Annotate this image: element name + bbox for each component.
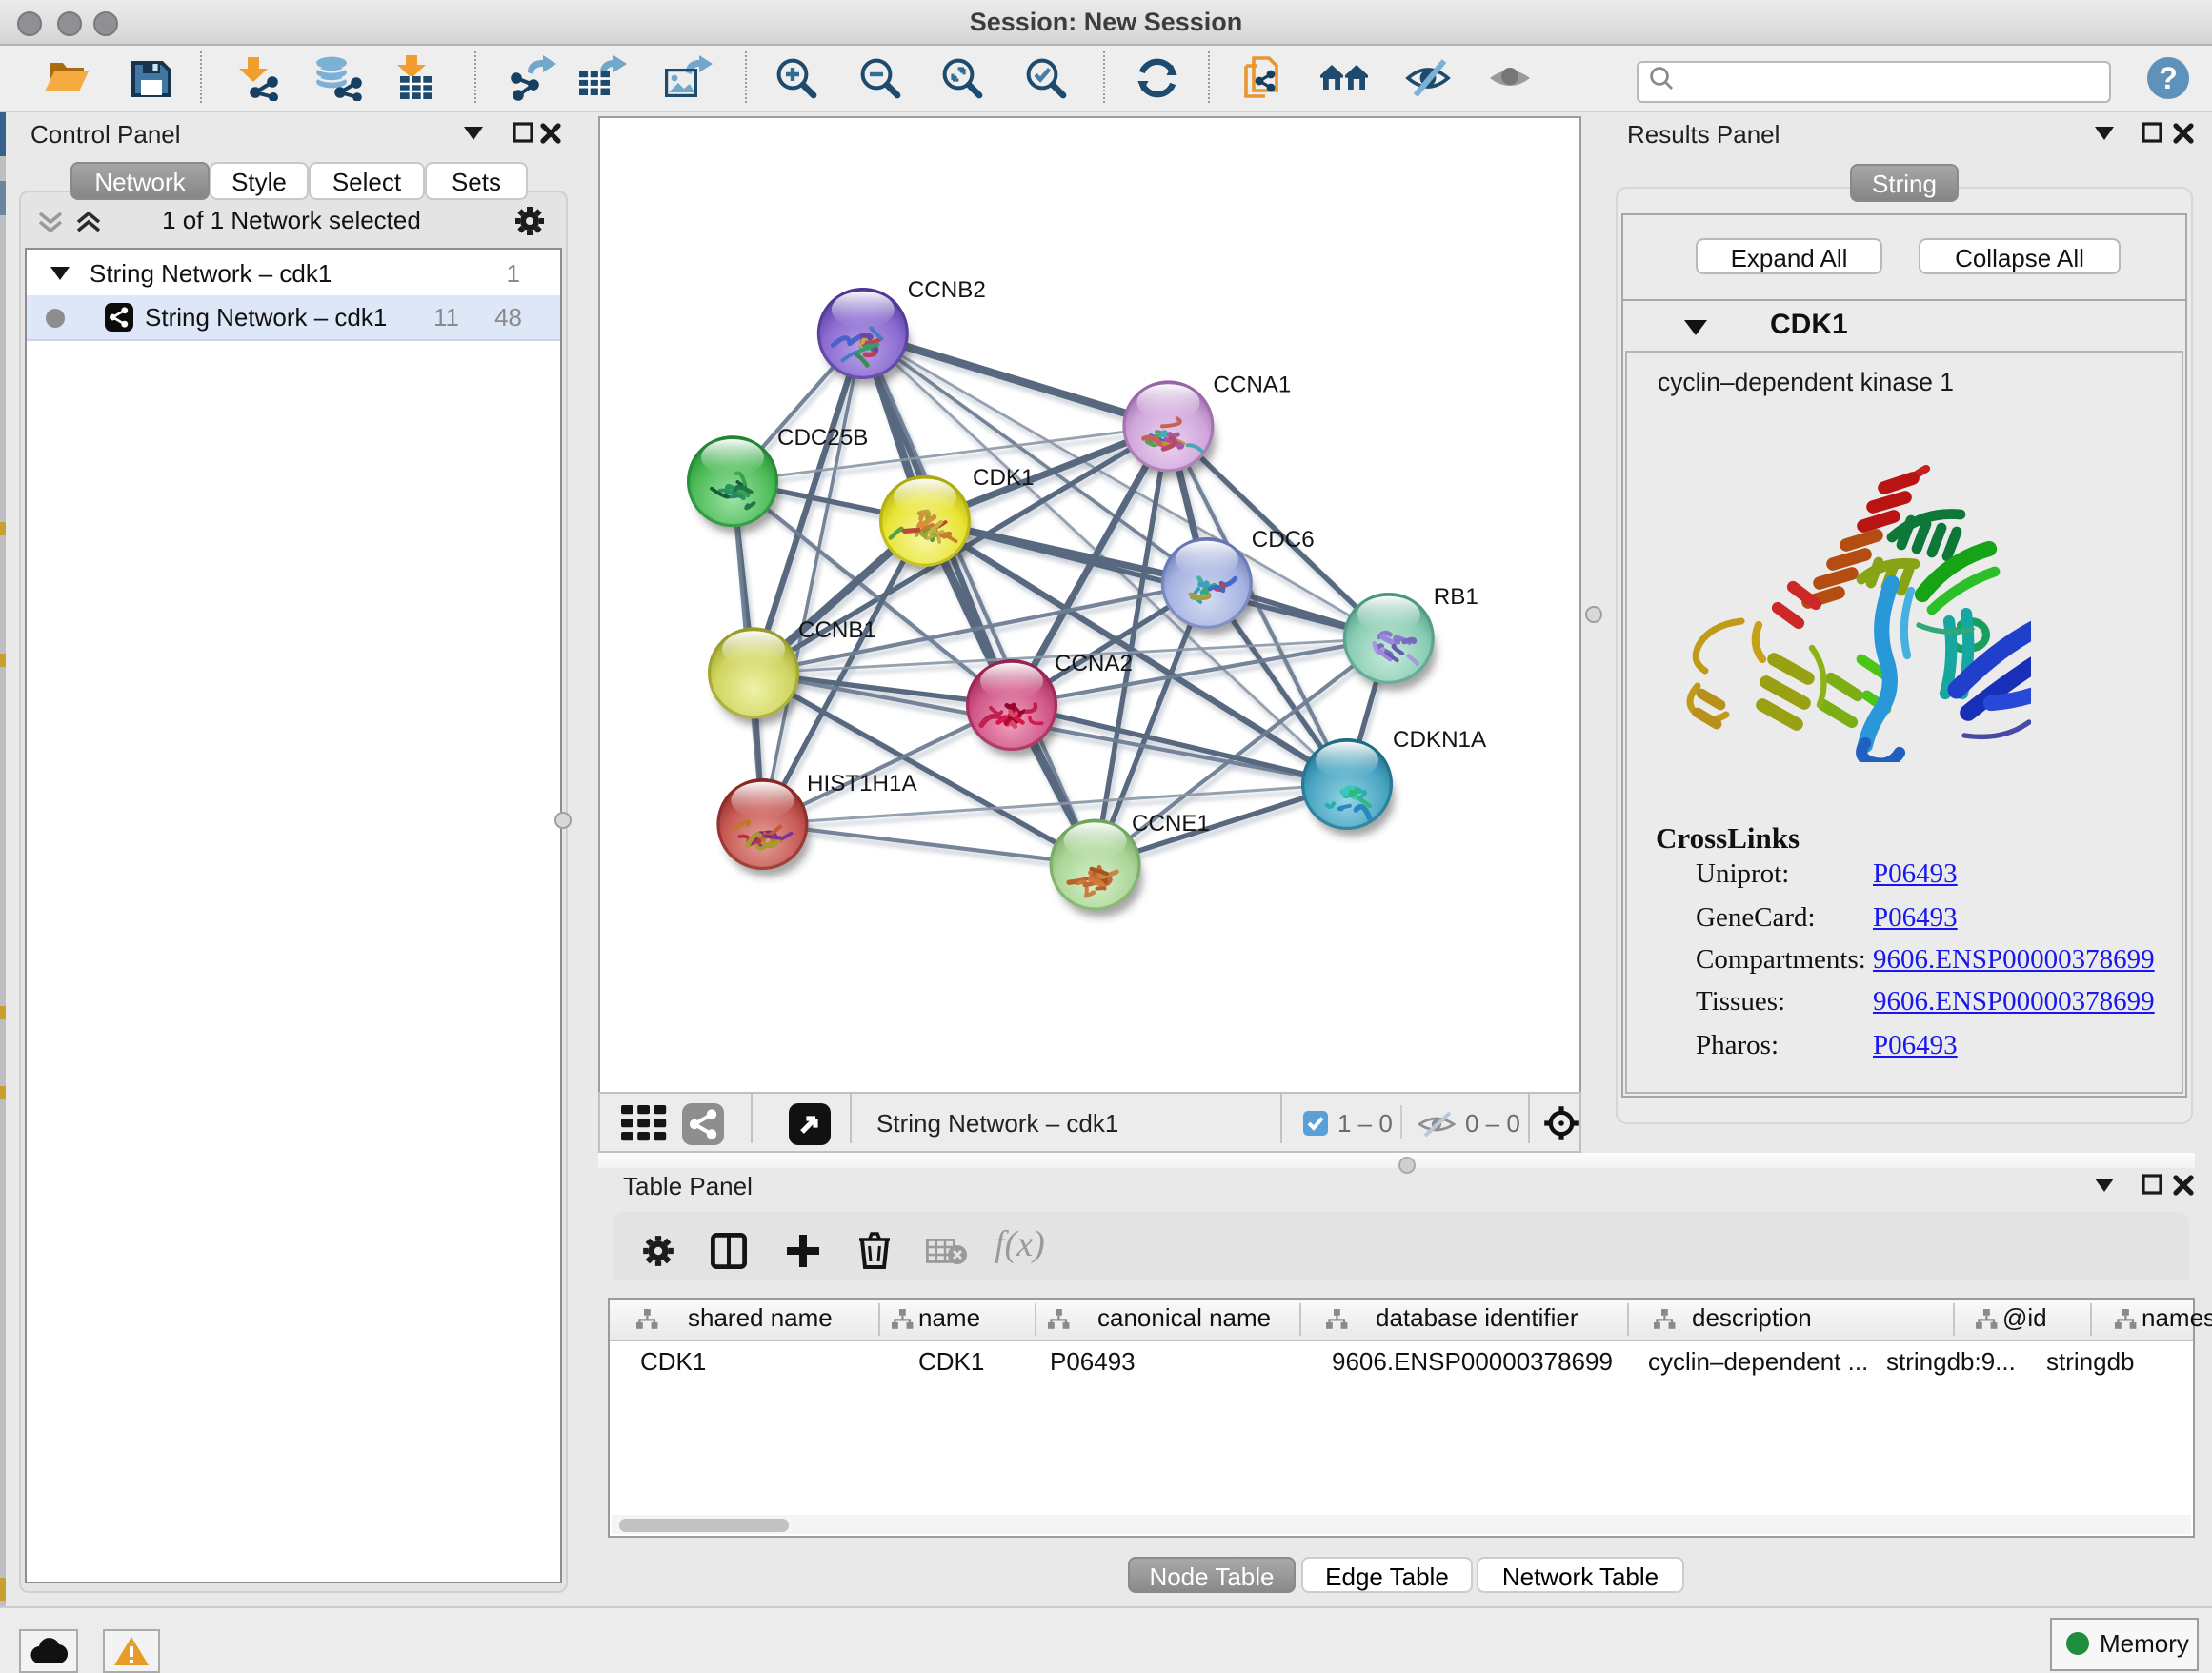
svg-text:CDC6: CDC6	[1252, 527, 1315, 553]
svg-text:HIST1H1A: HIST1H1A	[807, 771, 917, 796]
svg-text:CCNA2: CCNA2	[1055, 651, 1133, 676]
svg-text:CCNA1: CCNA1	[1213, 372, 1291, 397]
svg-text:RB1: RB1	[1434, 584, 1478, 610]
svg-text:CDK1: CDK1	[973, 465, 1035, 491]
svg-text:CCNE1: CCNE1	[1132, 811, 1210, 836]
svg-text:?: ?	[2159, 61, 2178, 95]
svg-text:CDC25B: CDC25B	[777, 425, 868, 451]
svg-text:CCNB1: CCNB1	[798, 617, 876, 643]
svg-text:CCNB2: CCNB2	[908, 277, 986, 303]
svg-text:CDKN1A: CDKN1A	[1393, 727, 1487, 753]
